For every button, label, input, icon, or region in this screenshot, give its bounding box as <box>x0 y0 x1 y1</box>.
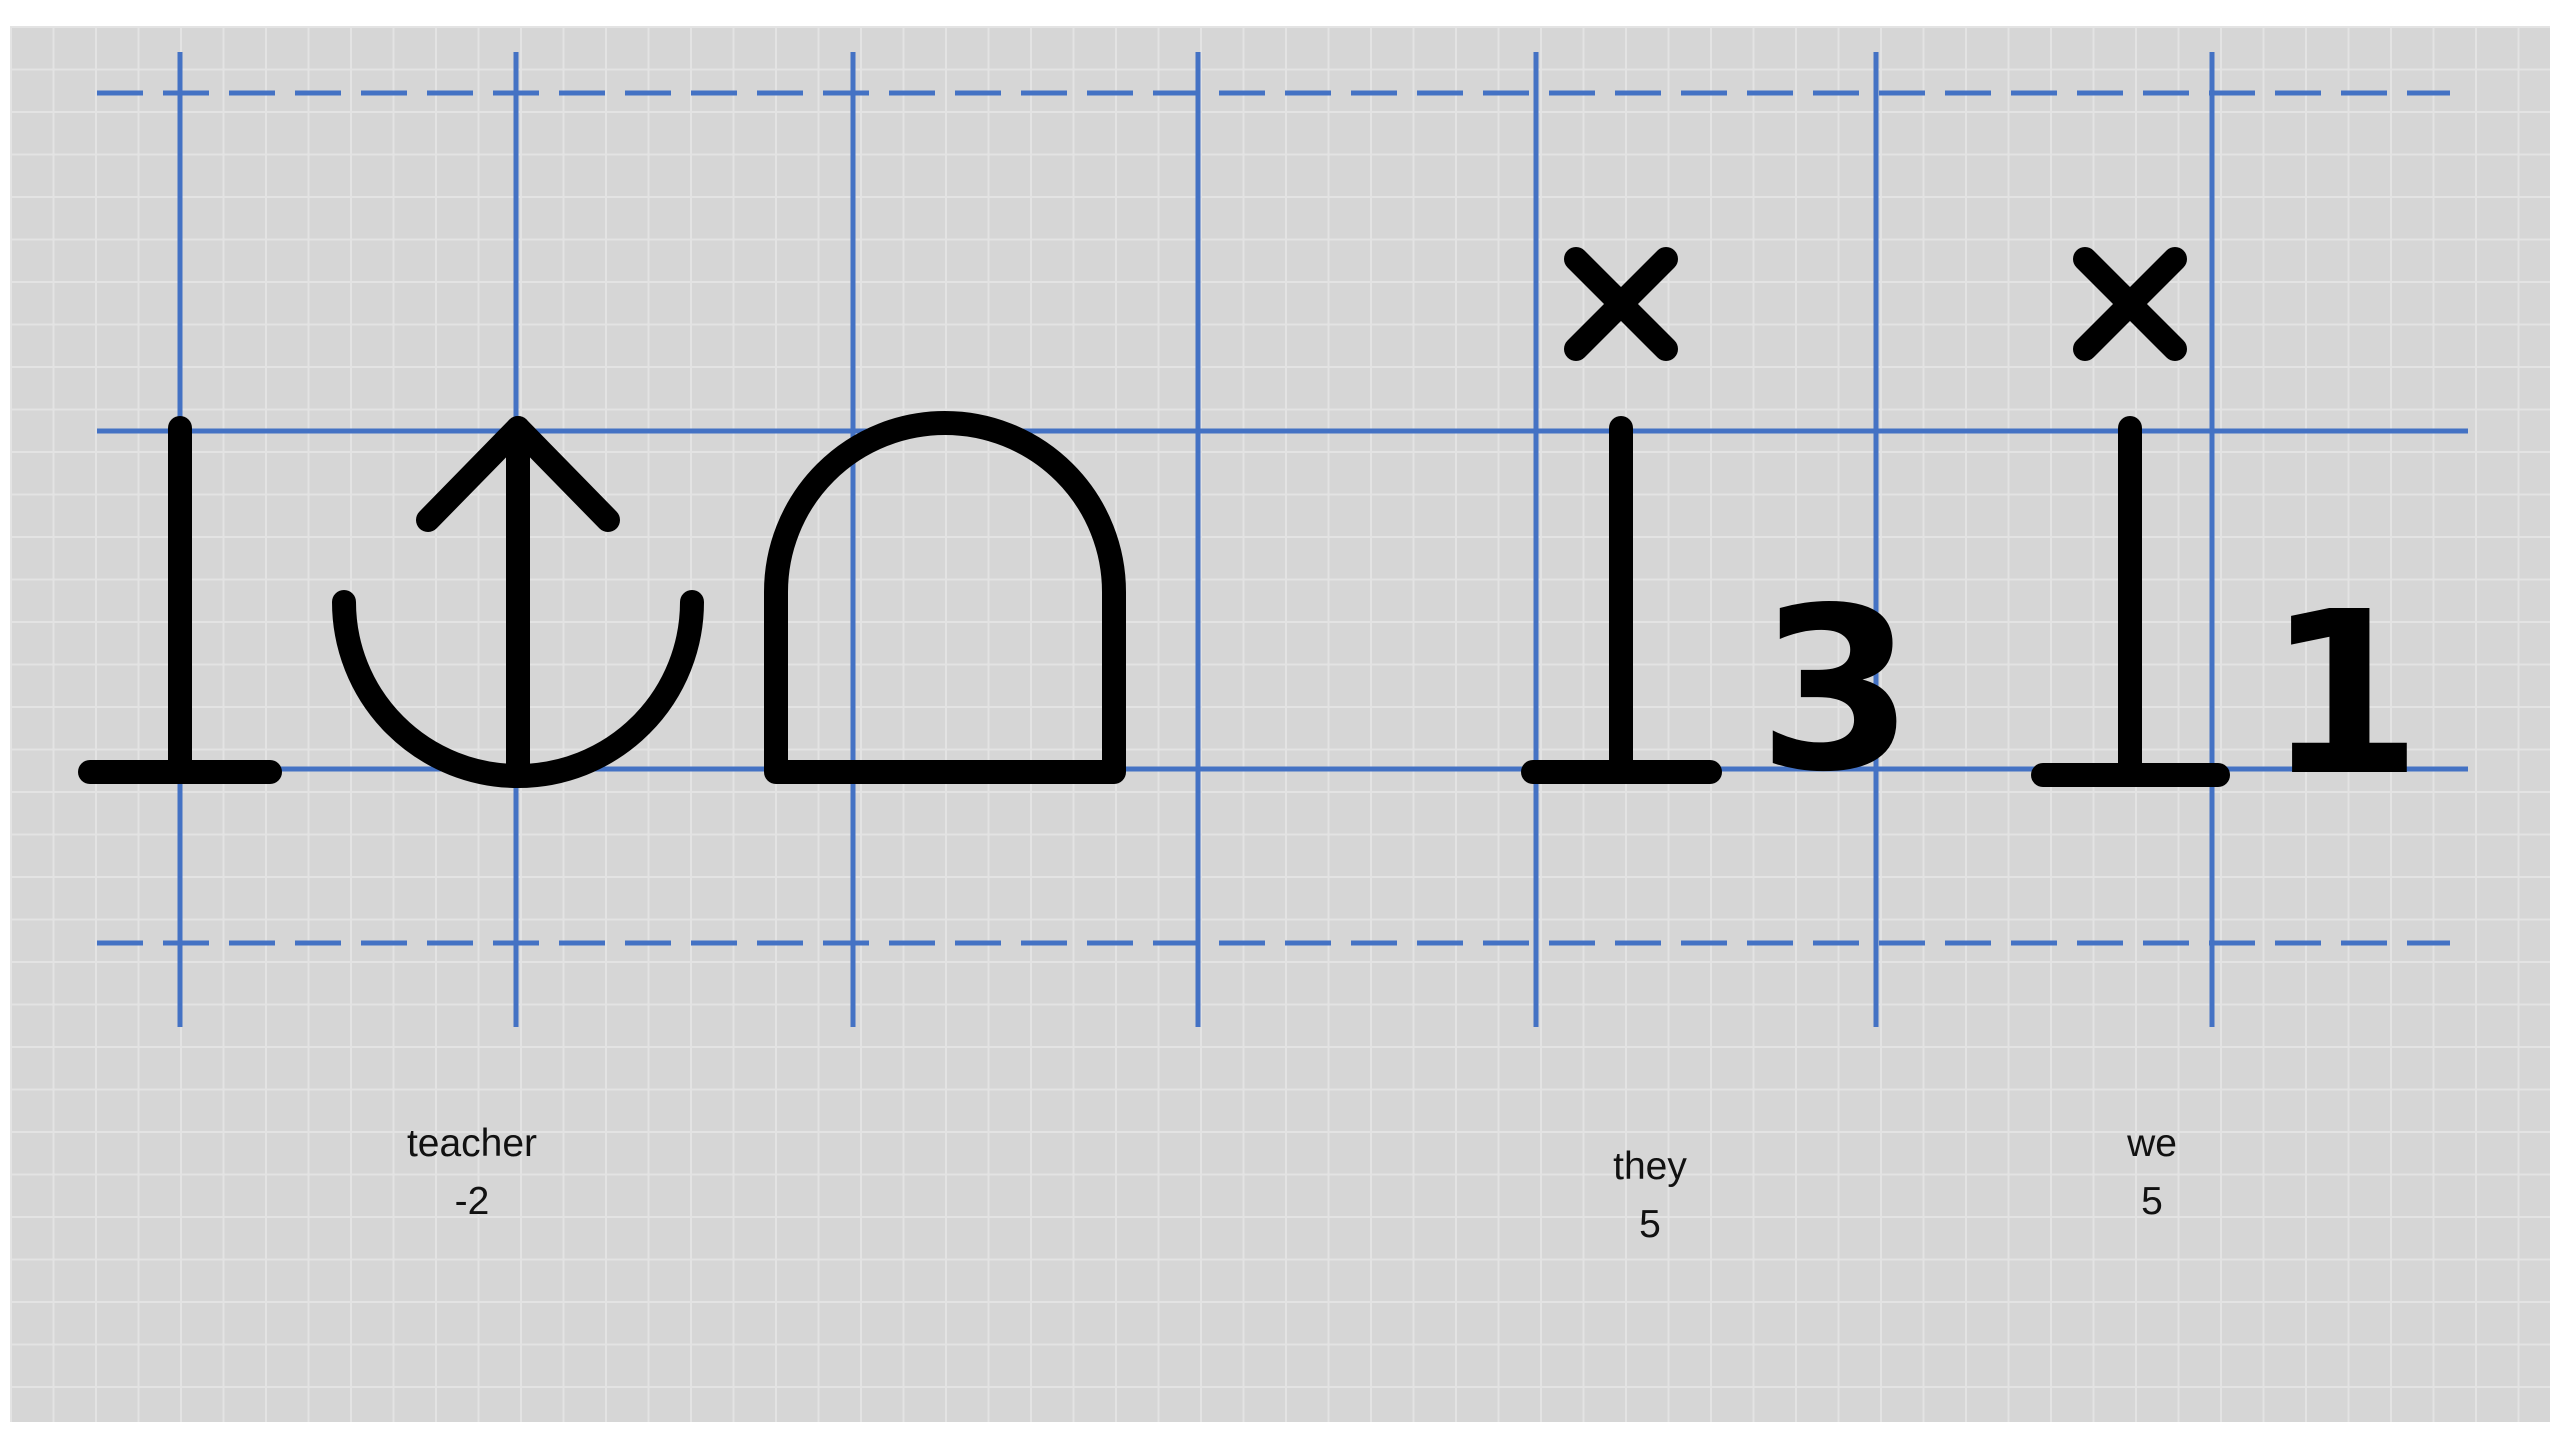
they-value: 5 <box>1639 1203 1661 1246</box>
they-word: they <box>1613 1145 1687 1188</box>
teacher-value: -2 <box>454 1180 490 1223</box>
they-label: they 5 <box>1520 1138 1780 1254</box>
we-value: 5 <box>2141 1180 2163 1223</box>
we-label: we 5 <box>2022 1115 2282 1231</box>
teacher-word: teacher <box>406 1122 538 1165</box>
glyph-chart-canvas: 3 1 teacher -2 they 5 we 5 <box>0 0 2560 1440</box>
we-digit-glyph: 1 <box>2266 564 2423 826</box>
they-digit-glyph: 3 <box>1758 560 1915 822</box>
we-word: we <box>2127 1122 2177 1165</box>
teacher-label: teacher -2 <box>342 1115 602 1231</box>
